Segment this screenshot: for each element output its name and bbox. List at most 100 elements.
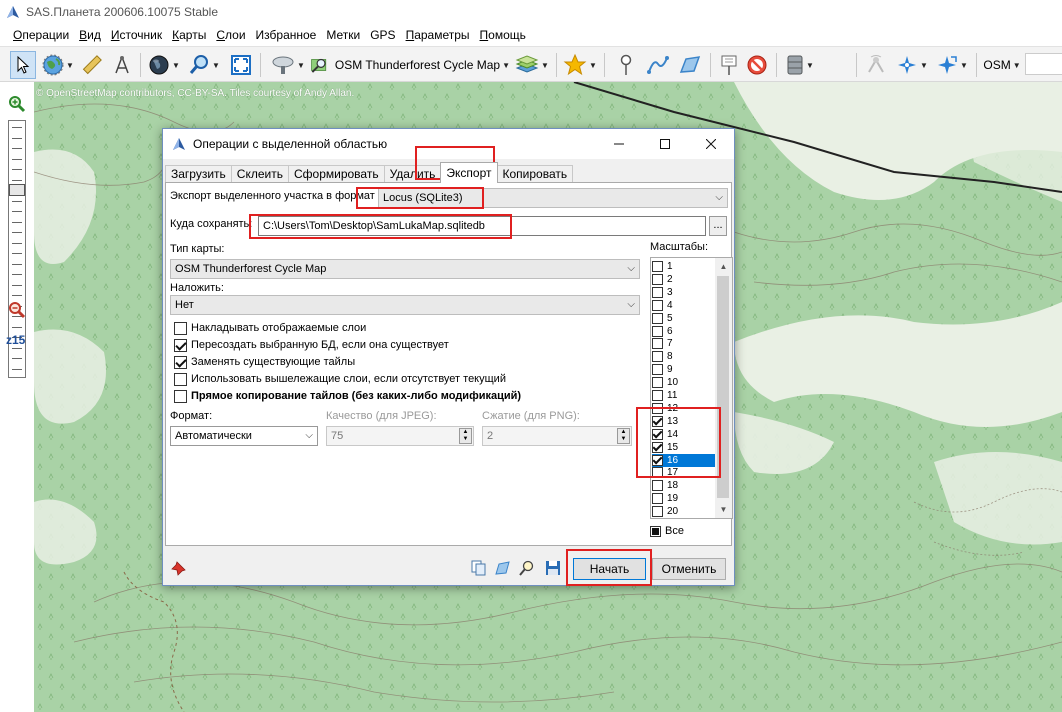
map-type-select[interactable]: OSM Thunderforest Cycle Map ⌵ [170, 259, 640, 279]
scale-item[interactable]: 4 [652, 299, 716, 312]
option-checkbox-1[interactable]: Пересоздать выбранную БД, если она сущес… [174, 337, 449, 353]
scale-checkbox[interactable] [652, 377, 663, 389]
scale-item[interactable]: 3 [652, 286, 716, 299]
satellite-icon[interactable]: ▼ [270, 51, 306, 79]
toolbar-search-input[interactable] [1025, 53, 1062, 75]
gps-blue-icon[interactable]: ▼ [894, 51, 930, 79]
checkbox-box[interactable] [174, 338, 187, 352]
menu-item-9[interactable]: Помощь [475, 28, 531, 42]
browse-button[interactable]: ... [709, 216, 727, 236]
stepper-arrows-icon[interactable]: ▲ ▼ [617, 428, 630, 444]
layers-icon[interactable]: ▼ [514, 51, 550, 79]
option-checkbox-3[interactable]: Использовать вышележащие слои, если отсу… [174, 371, 506, 387]
tab-4[interactable]: Экспорт [440, 162, 498, 183]
scale-item[interactable]: 15 [652, 441, 716, 454]
gps-dish-icon[interactable] [862, 51, 890, 79]
cancel-button[interactable]: Отменить [652, 558, 726, 580]
menu-item-6[interactable]: Метки [321, 28, 365, 42]
star-icon[interactable]: ▼ [562, 51, 598, 79]
checkbox-box[interactable] [174, 389, 187, 403]
dark-globe-icon[interactable]: ▼ [146, 51, 182, 79]
export-format-select[interactable]: Locus (SQLite3) ⌵ [378, 188, 728, 208]
option-checkbox-0[interactable]: Накладывать отображаемые слои [174, 320, 366, 336]
tab-2[interactable]: Сформировать [287, 165, 385, 183]
zoom-slider-thumb[interactable] [9, 184, 25, 196]
tab-1[interactable]: Склеить [230, 165, 289, 183]
checkbox-box[interactable] [174, 321, 187, 335]
overlay-select[interactable]: Нет ⌵ [170, 295, 640, 315]
checkbox-box[interactable] [174, 372, 187, 386]
tab-0[interactable]: Загрузить [165, 165, 232, 183]
select-all-checkbox[interactable]: Все [650, 525, 684, 537]
scale-item[interactable]: 20 [652, 505, 716, 518]
zoom-out-icon[interactable] [6, 300, 28, 320]
scale-item[interactable]: 5 [652, 312, 716, 325]
option-checkbox-4[interactable]: Прямое копирование тайлов (без каких-либ… [174, 388, 521, 404]
scale-item[interactable]: 9 [652, 363, 716, 376]
menu-item-0[interactable]: Операции [8, 28, 74, 42]
minimize-button[interactable] [596, 129, 642, 159]
menu-item-8[interactable]: Параметры [401, 28, 475, 42]
start-button[interactable]: Начать [573, 558, 646, 580]
compression-stepper[interactable]: 2 ▲ ▼ [482, 426, 632, 446]
scale-item[interactable]: 6 [652, 325, 716, 338]
globe-icon[interactable]: ▼ [40, 51, 76, 79]
scale-checkbox[interactable] [652, 299, 663, 311]
placemark-icon[interactable] [614, 51, 638, 79]
cursor-icon[interactable] [10, 51, 36, 79]
scale-item[interactable]: 11 [652, 389, 716, 402]
magnifier-icon[interactable]: ▼ [186, 51, 222, 79]
scale-checkbox[interactable] [652, 286, 663, 298]
scales-list[interactable]: 1 2 3 4 5 6 7 8 9 10 11 12 13 14 15 16 17 18 19 20 ▲ ▼ [650, 257, 733, 519]
scale-item[interactable]: 19 [652, 492, 716, 505]
menu-item-4[interactable]: Слои [211, 28, 250, 42]
close-button[interactable] [688, 129, 734, 159]
menu-item-5[interactable]: Избранное [251, 28, 322, 42]
scale-checkbox[interactable] [652, 441, 663, 453]
scroll-down-icon[interactable]: ▼ [715, 501, 732, 518]
select-all-box[interactable] [650, 525, 661, 537]
copy-icon[interactable] [471, 560, 487, 576]
scale-item[interactable]: 12 [652, 402, 716, 415]
scale-item[interactable]: 10 [652, 376, 716, 389]
map-selector[interactable]: OSM Thunderforest Cycle Map ▼ [310, 51, 510, 79]
scale-checkbox[interactable] [652, 454, 663, 466]
pin-icon[interactable] [171, 560, 187, 576]
tab-5[interactable]: Копировать [496, 165, 574, 183]
scale-item[interactable]: 7 [652, 337, 716, 350]
scale-checkbox[interactable] [652, 364, 663, 376]
scale-checkbox[interactable] [652, 493, 663, 505]
scale-item[interactable]: 17 [652, 466, 716, 479]
scale-item[interactable]: 2 [652, 273, 716, 286]
scale-item[interactable]: 18 [652, 479, 716, 492]
database-icon[interactable]: ▼ [782, 51, 818, 79]
fullscreen-icon[interactable] [228, 51, 254, 79]
scrollbar-thumb[interactable] [717, 276, 729, 498]
quality-stepper[interactable]: 75 ▲ ▼ [326, 426, 474, 446]
scale-checkbox[interactable] [652, 390, 663, 401]
menu-item-3[interactable]: Карты [167, 28, 211, 42]
stepper-arrows-icon[interactable]: ▲ ▼ [459, 428, 472, 444]
checkbox-box[interactable] [174, 355, 187, 369]
scale-item[interactable]: 8 [652, 350, 716, 363]
scroll-up-icon[interactable]: ▲ [715, 258, 732, 275]
scales-scrollbar[interactable]: ▲ ▼ [715, 258, 732, 518]
scale-checkbox[interactable] [652, 273, 663, 285]
scale-checkbox[interactable] [652, 506, 663, 518]
scale-item[interactable]: 14 [652, 428, 716, 441]
tab-3[interactable]: Удалить [383, 165, 442, 183]
scale-checkbox[interactable] [652, 415, 663, 427]
scale-checkbox[interactable] [652, 480, 663, 492]
scale-item[interactable]: 16 [652, 453, 716, 467]
path-icon[interactable] [644, 51, 672, 79]
scale-checkbox[interactable] [652, 351, 663, 363]
option-checkbox-2[interactable]: Заменять существующие тайлы [174, 354, 355, 370]
no-entry-icon[interactable] [744, 51, 770, 79]
ruler-icon[interactable] [80, 51, 104, 79]
zoom-in-icon[interactable] [6, 94, 28, 114]
compass-icon[interactable] [110, 51, 134, 79]
polygon-icon[interactable] [676, 51, 704, 79]
source-selector[interactable]: OSM ▼ [982, 51, 1022, 79]
save-path-input[interactable]: C:\Users\Tom\Desktop\SamLukaMap.sqlitedb [258, 216, 706, 236]
scale-checkbox[interactable] [652, 261, 663, 272]
